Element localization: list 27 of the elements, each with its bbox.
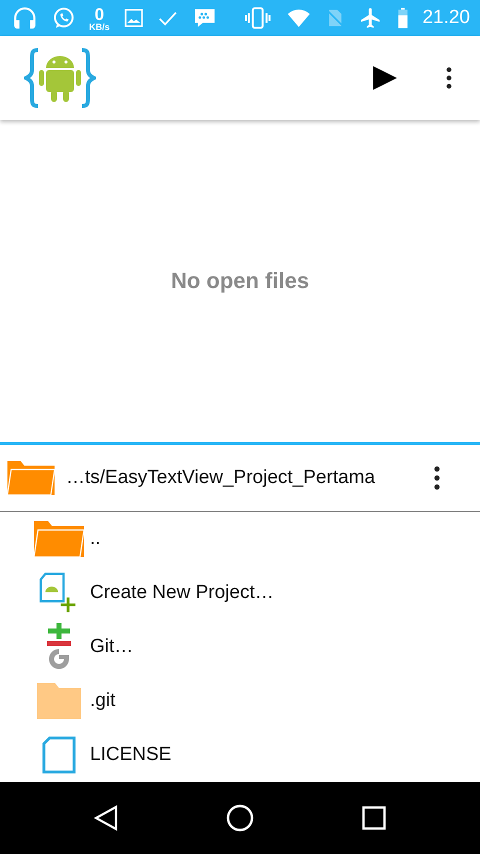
more-options-icon[interactable]: [434, 466, 440, 490]
folder-icon: [34, 521, 84, 557]
recents-icon[interactable]: [362, 806, 386, 830]
headphones-icon: [12, 5, 38, 31]
git-icon: [46, 623, 72, 671]
chat-bubble-icon: [52, 6, 76, 30]
back-icon[interactable]: [94, 805, 118, 831]
more-options-icon[interactable]: [446, 67, 452, 89]
file-list-item[interactable]: Git…: [34, 620, 480, 674]
speed-value: 0: [94, 6, 104, 23]
current-path: …ts/EasyTextView_Project_Pertama: [66, 467, 376, 489]
image-icon: [124, 8, 144, 28]
file-list-item[interactable]: .git: [34, 674, 480, 728]
folder-icon: [6, 461, 56, 495]
android-robot-logo[interactable]: [24, 48, 96, 108]
empty-message: No open files: [170, 268, 310, 294]
run-icon[interactable]: [372, 65, 398, 91]
folder-icon: [37, 683, 81, 719]
home-icon[interactable]: [226, 804, 254, 832]
clock-time: 21.20: [422, 7, 470, 29]
vibrate-icon: [244, 6, 272, 30]
file-list-item[interactable]: Create New Project…: [34, 566, 480, 620]
file-icon: [42, 736, 76, 774]
battery-icon: [396, 7, 408, 29]
speed-unit: KB/s: [89, 23, 110, 32]
file-list-item[interactable]: ..: [34, 512, 480, 566]
file-list-item[interactable]: LICENSE: [34, 728, 480, 782]
